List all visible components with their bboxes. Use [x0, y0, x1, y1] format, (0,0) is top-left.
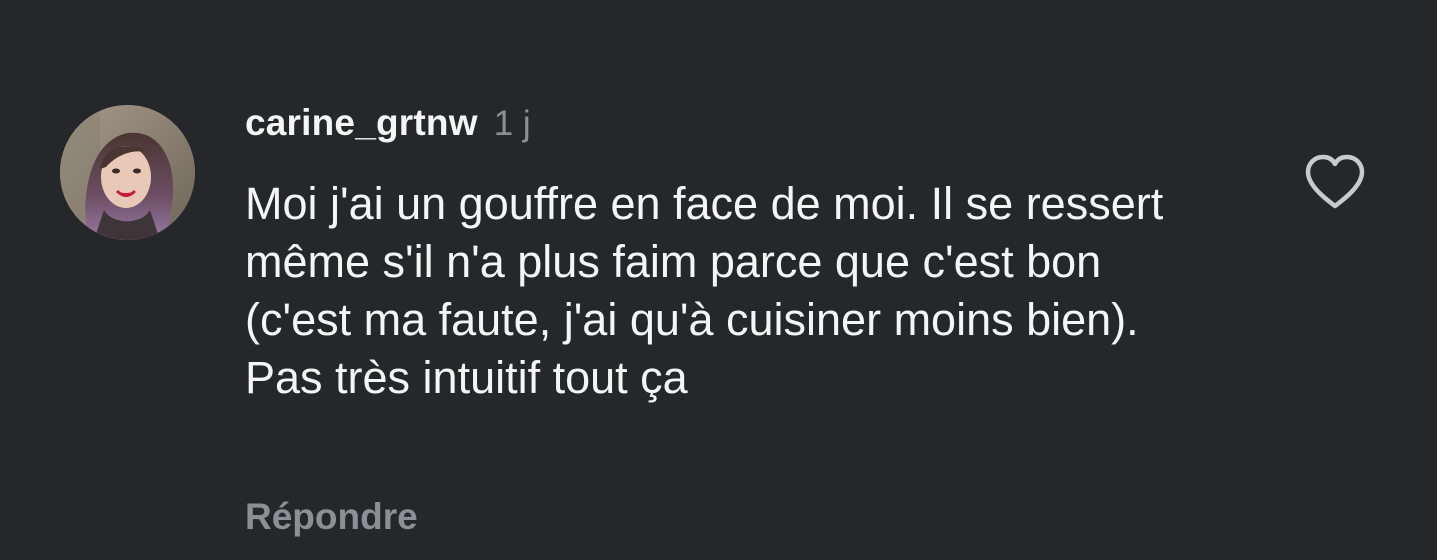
heart-outline-icon [1305, 154, 1365, 209]
username[interactable]: carine_grtnw [245, 102, 478, 144]
comment: carine_grtnw 1 j Moi j'ai un gouffre en … [0, 0, 1437, 560]
avatar-image [60, 105, 195, 240]
comment-text: Moi j'ai un gouffre en face de moi. Il s… [245, 178, 1164, 403]
comment-header: carine_grtnw 1 j [245, 102, 531, 152]
reply-button[interactable]: Répondre [245, 496, 418, 538]
avatar[interactable] [60, 105, 195, 240]
like-button[interactable] [1303, 152, 1367, 212]
timestamp: 1 j [493, 104, 531, 143]
